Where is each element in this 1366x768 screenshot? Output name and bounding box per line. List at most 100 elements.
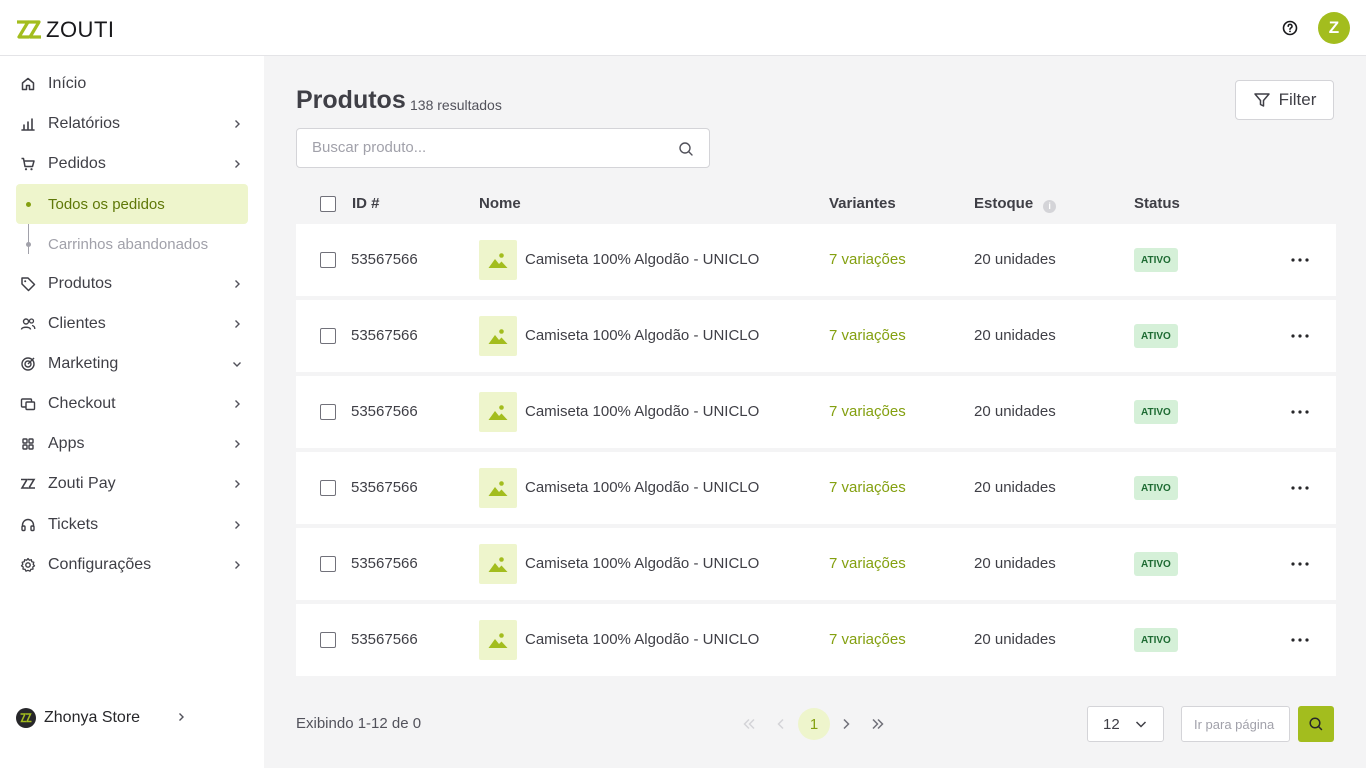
- zouti-logo-icon: [17, 20, 41, 39]
- search-icon[interactable]: [678, 141, 694, 157]
- more-actions-button[interactable]: [1290, 554, 1310, 574]
- status-badge: ATIVO: [1134, 628, 1178, 652]
- status-badge: ATIVO: [1134, 476, 1178, 500]
- checkout-icon: [20, 396, 36, 412]
- row-checkbox[interactable]: [320, 252, 336, 268]
- sidebar-subitem-carrinhos-abandonados[interactable]: Carrinhos abandonados: [16, 224, 248, 264]
- filter-button[interactable]: Filter: [1235, 80, 1334, 120]
- row-checkbox[interactable]: [320, 404, 336, 420]
- product-stock: 20 unidades: [974, 479, 1056, 496]
- sidebar-item-tickets[interactable]: Tickets: [16, 505, 248, 545]
- sidebar-item-zouti-pay[interactable]: Zouti Pay: [16, 464, 248, 504]
- select-all-checkbox[interactable]: [320, 196, 336, 212]
- column-header-name[interactable]: Nome: [479, 195, 521, 212]
- product-name[interactable]: Camiseta 100% Algodão - UNICLO: [525, 555, 759, 572]
- sidebar-item-pedidos[interactable]: Pedidos: [16, 144, 248, 184]
- chevron-right-icon: [230, 117, 244, 131]
- first-page-button[interactable]: [733, 708, 765, 740]
- product-variants-link[interactable]: 7 variações: [829, 479, 906, 496]
- sidebar-subitem-todos-os-pedidos[interactable]: Todos os pedidos: [16, 184, 248, 224]
- table-row[interactable]: 53567566 Camiseta 100% Algodão - UNICLO 7 …: [296, 528, 1336, 600]
- product-id: 53567566: [351, 327, 418, 344]
- page-button-current[interactable]: 1: [798, 708, 830, 740]
- row-checkbox[interactable]: [320, 480, 336, 496]
- filter-button-label: Filter: [1278, 90, 1317, 109]
- product-variants-link[interactable]: 7 variações: [829, 403, 906, 420]
- cart-icon: [20, 156, 36, 172]
- status-badge: ATIVO: [1134, 324, 1178, 348]
- more-actions-button[interactable]: [1290, 402, 1310, 422]
- goto-page: [1181, 706, 1294, 742]
- store-logo-icon: [16, 708, 36, 728]
- more-actions-button[interactable]: [1290, 326, 1310, 346]
- chevron-right-icon: [843, 718, 850, 730]
- goto-page-button[interactable]: [1298, 706, 1334, 742]
- product-variants-link[interactable]: 7 variações: [829, 631, 906, 648]
- previous-page-button[interactable]: [765, 708, 797, 740]
- chevron-left-icon: [777, 718, 784, 730]
- row-checkbox[interactable]: [320, 632, 336, 648]
- goto-page-input[interactable]: [1194, 717, 1294, 732]
- per-page-select[interactable]: 12: [1087, 706, 1164, 742]
- table-row[interactable]: 53567566 Camiseta 100% Algodão - UNICLO 7 …: [296, 300, 1336, 372]
- info-icon[interactable]: i: [1043, 200, 1057, 213]
- user-avatar[interactable]: Z: [1318, 12, 1350, 44]
- table-row[interactable]: 53567566 Camiseta 100% Algodão - UNICLO 7 …: [296, 604, 1336, 676]
- product-name[interactable]: Camiseta 100% Algodão - UNICLO: [525, 631, 759, 648]
- chevron-right-icon: [230, 437, 244, 451]
- product-id: 53567566: [351, 555, 418, 572]
- sidebar-item-relatorios[interactable]: Relatórios: [16, 104, 248, 144]
- more-horizontal-icon: [1291, 334, 1309, 338]
- next-page-button[interactable]: [830, 708, 862, 740]
- product-name[interactable]: Camiseta 100% Algodão - UNICLO: [525, 251, 759, 268]
- search-input[interactable]: [312, 139, 662, 156]
- product-thumbnail: [479, 392, 517, 432]
- column-header-variants[interactable]: Variantes: [829, 195, 896, 212]
- more-actions-button[interactable]: [1290, 250, 1310, 270]
- sidebar-item-marketing[interactable]: Marketing: [16, 344, 248, 384]
- product-variants-link[interactable]: 7 variações: [829, 327, 906, 344]
- product-name[interactable]: Camiseta 100% Algodão - UNICLO: [525, 327, 759, 344]
- top-bar: ZOUTI Z: [0, 0, 1366, 56]
- product-stock: 20 unidades: [974, 555, 1056, 572]
- sidebar-item-apps[interactable]: Apps: [16, 424, 248, 464]
- sidebar-subitem-label: Todos os pedidos: [48, 195, 165, 213]
- sidebar-item-configuracoes[interactable]: Configurações: [16, 545, 248, 585]
- more-horizontal-icon: [1291, 562, 1309, 566]
- product-variants-link[interactable]: 7 variações: [829, 251, 906, 268]
- sidebar-item-produtos[interactable]: Produtos: [16, 264, 248, 304]
- product-thumbnail: [479, 544, 517, 584]
- chevron-right-icon: [230, 397, 244, 411]
- table-row[interactable]: 53567566 Camiseta 100% Algodão - UNICLO 7 …: [296, 376, 1336, 448]
- result-count: 138 resultados: [410, 97, 502, 113]
- search-icon: [1309, 717, 1323, 731]
- page-title: Produtos: [296, 86, 406, 114]
- store-switcher[interactable]: Zhonya Store: [16, 708, 186, 728]
- sidebar-item-label: Relatórios: [48, 115, 121, 132]
- chevrons-right-icon: [872, 718, 884, 730]
- sidebar-item-checkout[interactable]: Checkout: [16, 384, 248, 424]
- row-checkbox[interactable]: [320, 556, 336, 572]
- sidebar-item-inicio[interactable]: Início: [16, 64, 248, 104]
- product-id: 53567566: [351, 251, 418, 268]
- per-page-value: 12: [1103, 715, 1120, 733]
- last-page-button[interactable]: [862, 708, 894, 740]
- column-header-status[interactable]: Status: [1134, 195, 1180, 212]
- zouti-logo[interactable]: ZOUTI: [16, 17, 115, 43]
- product-variants-link[interactable]: 7 variações: [829, 555, 906, 572]
- more-actions-button[interactable]: [1290, 630, 1310, 650]
- table-row[interactable]: 53567566 Camiseta 100% Algodão - UNICLO 7 …: [296, 452, 1336, 524]
- table-row[interactable]: 53567566 Camiseta 100% Algodão - UNICLO 7 …: [296, 224, 1336, 296]
- column-header-stock[interactable]: Estoque i: [974, 195, 1057, 213]
- brand-name: ZOUTI: [46, 17, 115, 42]
- product-name[interactable]: Camiseta 100% Algodão - UNICLO: [525, 479, 759, 496]
- row-checkbox[interactable]: [320, 328, 336, 344]
- product-name[interactable]: Camiseta 100% Algodão - UNICLO: [525, 403, 759, 420]
- sidebar-item-clientes[interactable]: Clientes: [16, 304, 248, 344]
- chevron-down-icon: [1135, 721, 1147, 728]
- inactive-dot: [26, 242, 31, 247]
- image-placeholder-icon: [488, 405, 508, 420]
- sidebar-item-label: Produtos: [48, 275, 113, 292]
- help-button[interactable]: [1280, 18, 1300, 38]
- more-actions-button[interactable]: [1290, 478, 1310, 498]
